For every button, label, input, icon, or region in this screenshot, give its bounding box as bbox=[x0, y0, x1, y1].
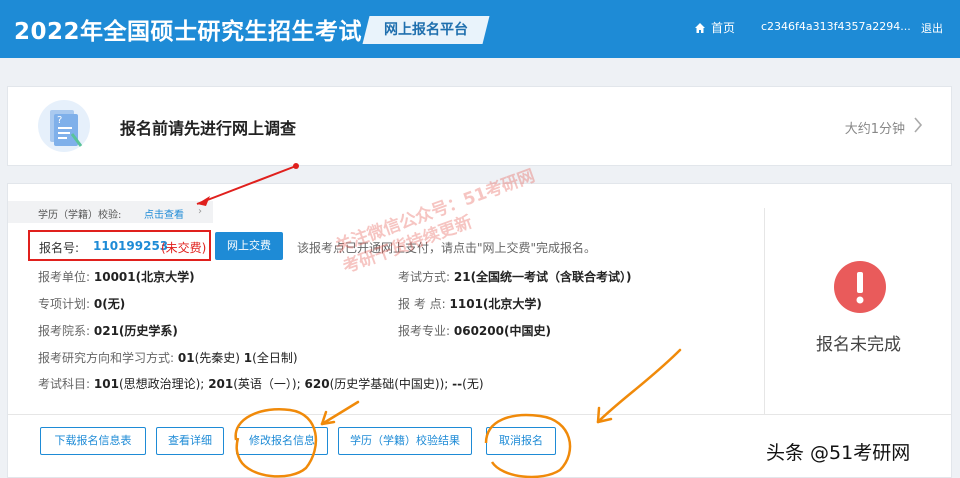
registration-number-box: 报名号: 110199253 (未交费) bbox=[28, 230, 211, 261]
field-value: 1101(北京大学) bbox=[449, 297, 542, 311]
field-label: 报 考 点: bbox=[398, 297, 446, 311]
field-value: 0(无) bbox=[93, 297, 126, 311]
verify-result-button[interactable]: 学历（学籍）校验结果 bbox=[338, 427, 472, 455]
top-header: 2022年全国硕士研究生招生考试 网上报名平台 首页 c2346f4a313f4… bbox=[0, 0, 960, 58]
field-label: 考试方式: bbox=[398, 270, 451, 284]
chevron-right-icon: › bbox=[198, 206, 202, 217]
field-value: (无) bbox=[462, 377, 484, 391]
svg-text:?: ? bbox=[57, 115, 62, 126]
edit-info-button[interactable]: 修改报名信息 bbox=[236, 427, 328, 455]
field-plan: 专项计划: 0(无) bbox=[38, 295, 125, 312]
field-value: (思想政治理论); bbox=[118, 377, 205, 391]
field-value: 060200(中国史) bbox=[453, 324, 551, 338]
field-value: 620 bbox=[304, 377, 330, 391]
nav-home-label: 首页 bbox=[711, 21, 736, 35]
field-value: (英语（一）); bbox=[233, 377, 301, 391]
field-subjects: 考试科目: 101(思想政治理论); 201(英语（一）); 620(历史学基础… bbox=[38, 375, 484, 392]
field-value: -- bbox=[452, 377, 463, 391]
registration-status-text: 报名未完成 bbox=[816, 335, 901, 355]
view-details-button[interactable]: 查看详细 bbox=[156, 427, 224, 455]
column-divider bbox=[764, 208, 765, 414]
site-title: 2022年全国硕士研究生招生考试 bbox=[14, 19, 363, 45]
cancel-registration-button[interactable]: 取消报名 bbox=[486, 427, 556, 455]
action-divider bbox=[8, 414, 951, 415]
payment-status: (未交费) bbox=[161, 241, 207, 255]
warning-icon bbox=[834, 261, 886, 313]
verify-strip: 学历（学籍）校验: 点击查看 › bbox=[8, 201, 213, 223]
field-value: 101 bbox=[93, 377, 119, 391]
user-id: c2346f4a313f4357a2294... bbox=[761, 20, 911, 33]
field-exam-mode: 考试方式: 21(全国统一考试（含联合考试）) bbox=[398, 268, 632, 285]
credit-caption: 头条 @51考研网 bbox=[766, 442, 911, 464]
platform-tag-label: 网上报名平台 bbox=[384, 22, 468, 38]
field-label: 报考院系: bbox=[38, 324, 91, 338]
survey-document-icon: ? bbox=[38, 100, 90, 152]
field-value: 01 bbox=[177, 351, 195, 365]
field-label: 考试科目: bbox=[38, 377, 91, 391]
logout-link[interactable]: 退出 bbox=[921, 20, 943, 36]
field-value: 021(历史学系) bbox=[93, 324, 178, 338]
field-major: 报考专业: 060200(中国史) bbox=[398, 322, 551, 339]
field-site: 报 考 点: 1101(北京大学) bbox=[398, 295, 542, 312]
field-value: (全日制) bbox=[252, 351, 298, 365]
field-label: 专项计划: bbox=[38, 297, 91, 311]
field-label: 报考研究方向和学习方式: bbox=[38, 351, 175, 365]
field-value: (先秦史) bbox=[194, 351, 240, 365]
registration-number-value: 110199253 bbox=[93, 239, 169, 253]
nav-home-link[interactable]: 首页 bbox=[694, 19, 735, 36]
field-unit: 报考单位: 10001(北京大学) bbox=[38, 268, 195, 285]
verify-label: 学历（学籍）校验: bbox=[38, 210, 122, 221]
field-value: 1 bbox=[243, 351, 253, 365]
survey-title: 报名前请先进行网上调查 bbox=[120, 119, 297, 138]
online-pay-button[interactable]: 网上交费 bbox=[215, 232, 283, 260]
registration-number-label: 报名号: bbox=[39, 241, 80, 255]
platform-tag: 网上报名平台 bbox=[362, 16, 490, 44]
survey-duration: 大约1分钟 bbox=[844, 122, 905, 137]
registration-card: 学历（学籍）校验: 点击查看 › 报名号: 110199253 (未交费) 网上… bbox=[7, 183, 952, 478]
pay-note: 该报考点已开通网上支付，请点击"网上交费"完成报名。 bbox=[297, 241, 597, 255]
field-label: 报考专业: bbox=[398, 324, 451, 338]
home-icon bbox=[694, 22, 706, 34]
field-value: 201 bbox=[208, 377, 234, 391]
field-value: (历史学基础(中国史)); bbox=[329, 377, 449, 391]
verify-view-link[interactable]: 点击查看 bbox=[144, 206, 184, 221]
field-value: 10001(北京大学) bbox=[93, 270, 195, 284]
field-value: 21(全国统一考试（含联合考试）) bbox=[453, 270, 632, 284]
survey-card[interactable]: ? 报名前请先进行网上调查 大约1分钟 bbox=[7, 86, 952, 166]
download-info-button[interactable]: 下载报名信息表 bbox=[40, 427, 146, 455]
field-direction: 报考研究方向和学习方式: 01(先秦史) 1(全日制) bbox=[38, 349, 298, 366]
field-label: 报考单位: bbox=[38, 270, 91, 284]
chevron-right-icon bbox=[914, 117, 923, 133]
field-department: 报考院系: 021(历史学系) bbox=[38, 322, 178, 339]
